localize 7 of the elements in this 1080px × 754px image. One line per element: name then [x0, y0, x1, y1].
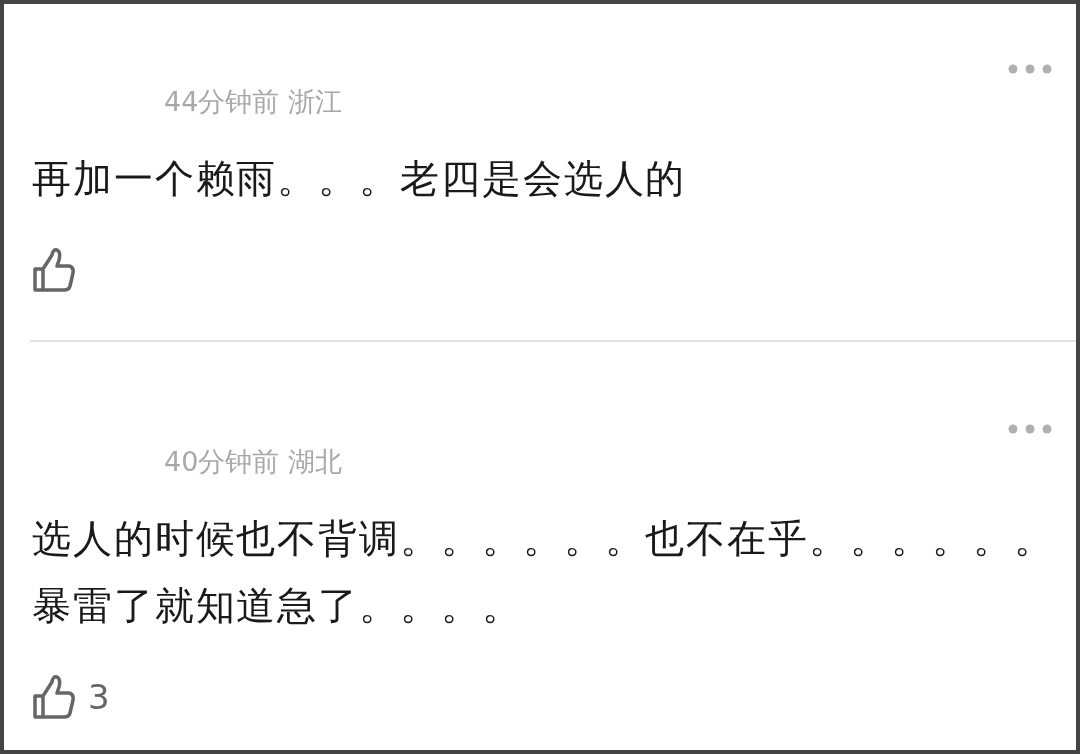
like-count: 3 [88, 677, 110, 717]
comment-text: 再加一个赖雨。。。老四是会选人的 [32, 155, 688, 203]
thumbs-up-icon[interactable] [32, 674, 76, 720]
comment-meta: 44分钟前 浙江 [164, 85, 342, 119]
comment-text: 选人的时候也不背调。。。。。。也不在乎。。。。。。暴雷了就知道急了。。。。 [32, 515, 1056, 630]
thumbs-up-icon[interactable] [32, 247, 76, 293]
comment-meta: 40分钟前 湖北 [164, 445, 342, 479]
